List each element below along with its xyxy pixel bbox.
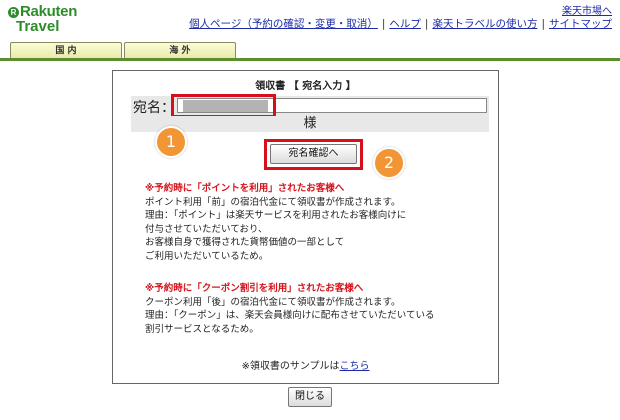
- sitemap-link[interactable]: サイトマップ: [549, 18, 612, 30]
- close-button[interactable]: 閉じる: [288, 387, 332, 407]
- rakuten-travel-logo[interactable]: R Rakuten Travel: [8, 4, 98, 35]
- sample-receipt-line: ※領収書のサンプルはこちら: [113, 357, 498, 372]
- callout-step-1: 1: [155, 126, 187, 158]
- how-to-use-link[interactable]: 楽天トラベルの使い方: [432, 18, 537, 30]
- logo-text-travel: Travel: [16, 18, 60, 35]
- rakuten-logo-icon: R: [8, 7, 19, 18]
- confirm-name-button[interactable]: 宛名確認へ: [270, 144, 357, 164]
- receipt-dialog: 領収書 【 宛名入力 】 宛名： 様 1 宛名確認へ 2 ※予約時に「ポイントを…: [112, 70, 499, 384]
- callout-step-2: 2: [373, 147, 405, 179]
- points-notice-line: ポイント利用「前」の宿泊代金にて領収書が作成されます。: [145, 196, 401, 208]
- coupon-notice-line: クーポン利用「後」の宿泊代金にて領収書が作成されます。: [145, 296, 401, 308]
- rakuten-ichiba-link[interactable]: 楽天市場へ: [562, 2, 612, 17]
- coupon-notice: ※予約時に「クーポン割引を利用」されたお客様へ クーポン利用「後」の宿泊代金にて…: [145, 282, 434, 336]
- dialog-title: 領収書 【 宛名入力 】: [255, 81, 356, 92]
- sample-receipt-text: ※領収書のサンプルは: [241, 361, 340, 372]
- header-nav: 個人ページ（予約の確認・変更・取消） | ヘルプ | 楽天トラベルの使い方 | サイトマップ: [189, 18, 612, 30]
- name-label: 宛名：: [133, 100, 175, 116]
- tab-overseas[interactable]: 海 外: [124, 42, 236, 59]
- tab-underline: [0, 58, 620, 61]
- coupon-notice-heading: ※予約時に「クーポン割引を利用」されたお客様へ: [145, 283, 364, 294]
- points-notice-line: 付与させていただいており、: [145, 223, 268, 235]
- points-notice-heading: ※予約時に「ポイントを利用」されたお客様へ: [145, 183, 345, 194]
- mypage-link[interactable]: 個人ページ（予約の確認・変更・取消）: [189, 18, 378, 30]
- tab-domestic[interactable]: 国 内: [10, 42, 122, 59]
- points-notice-line: お客様自身で獲得された貨幣価値の一部として: [145, 237, 345, 248]
- points-notice-line: ご利用いただいているため。: [145, 250, 269, 262]
- coupon-notice-line: 割引サービスとなるため。: [145, 323, 259, 335]
- highlight-name-input: [171, 94, 276, 118]
- help-link[interactable]: ヘルプ: [389, 18, 421, 30]
- honorific-label: 様: [303, 116, 317, 131]
- points-notice-line: 理由：「ポイント」は楽天サービスを利用されたお客様向けに: [145, 210, 407, 221]
- sample-receipt-link[interactable]: こちら: [340, 361, 370, 372]
- coupon-notice-line: 理由：「クーポン」は、楽天会員様向けに配布させていただいている: [145, 310, 435, 321]
- points-notice: ※予約時に「ポイントを利用」されたお客様へ ポイント利用「前」の宿泊代金にて領収…: [145, 182, 406, 263]
